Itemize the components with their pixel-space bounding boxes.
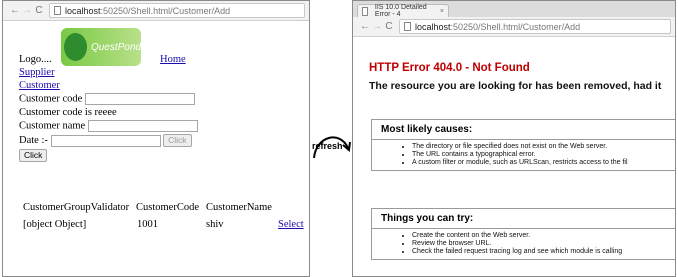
address-bar[interactable]: localhost:50250/Shell.html/Customer/Add <box>49 3 305 18</box>
customer-code-label: Customer code <box>19 93 83 105</box>
logo-bulb-icon <box>64 33 87 61</box>
cell-customer-code: 1001 <box>137 219 158 230</box>
error-title: HTTP Error 404.0 - Not Found <box>369 62 530 74</box>
most-likely-causes-box: Most likely causes: The directory or fil… <box>371 119 675 171</box>
page-icon <box>54 6 61 15</box>
date-label: Date :- <box>19 134 48 146</box>
customer-code-input[interactable] <box>84 93 195 105</box>
cause-item: The directory or file specified does not… <box>412 143 675 151</box>
customer-code-row: Customer code <box>19 93 195 105</box>
tab-page-icon <box>362 6 368 16</box>
logo-row: Logo.... <box>19 54 52 66</box>
try-item: Check the failed request tracing log and… <box>412 248 675 256</box>
address-path: :50250/Shell.html/Customer/Add <box>450 21 581 32</box>
address-bar[interactable]: localhost:50250/Shell.html/Customer/Add <box>399 19 671 34</box>
header-customer-group-validator: CustomerGroupValidator <box>23 202 130 213</box>
click-row: Click <box>19 149 48 162</box>
error-page-content: HTTP Error 404.0 - Not Found The resourc… <box>353 38 675 276</box>
home-link[interactable]: Home <box>160 54 186 65</box>
address-host: localhost <box>65 5 101 16</box>
customer-name-label: Customer name <box>19 120 86 132</box>
cell-customer-name: shiv <box>206 219 224 230</box>
try-list: Create the content on the Web server. Re… <box>412 232 675 256</box>
tab-title: IIS 10.0 Detailed Error - 4 <box>374 4 427 18</box>
tab-strip: IIS 10.0 Detailed Error - 4 × <box>353 1 675 18</box>
customer-add-browser-window: ← → C localhost:50250/Shell.html/Custome… <box>2 0 310 277</box>
back-arrow-icon[interactable]: ← <box>9 5 21 16</box>
things-to-try-box: Things you can try: Create the content o… <box>371 208 675 260</box>
address-path: :50250/Shell.html/Customer/Add <box>100 5 231 16</box>
date-input[interactable] <box>50 134 161 147</box>
date-click-button[interactable]: Click <box>163 134 192 147</box>
reload-icon[interactable]: C <box>383 21 395 32</box>
cell-validator: [object Object] <box>23 219 87 230</box>
try-item: Create the content on the Web server. <box>412 232 675 240</box>
cause-item: The URL contains a typographical error. <box>412 151 675 159</box>
page-icon <box>404 22 411 31</box>
customer-link[interactable]: Customer <box>19 80 60 91</box>
try-heading: Things you can try: <box>372 209 675 229</box>
browser-tab[interactable]: IIS 10.0 Detailed Error - 4 × <box>357 4 449 18</box>
header-customer-code: CustomerCode <box>136 202 199 213</box>
browser-toolbar: ← → C localhost:50250/Shell.html/Custome… <box>3 1 309 21</box>
supplier-link[interactable]: Supplier <box>19 67 55 78</box>
back-arrow-icon[interactable]: ← <box>359 21 371 32</box>
address-host: localhost <box>415 21 451 32</box>
try-item: Review the browser URL. <box>412 240 675 248</box>
tab-close-icon[interactable]: × <box>440 8 444 15</box>
reload-icon[interactable]: C <box>33 5 45 16</box>
logo-prefix: Logo.... <box>19 54 52 65</box>
click-button[interactable]: Click <box>19 149 48 162</box>
refresh-label: refresh <box>312 141 343 151</box>
questpond-logo: QuestPond <box>61 28 141 66</box>
page-content: QuestPond Logo.... Home Supplier Custome… <box>3 22 309 276</box>
customer-name-input[interactable] <box>87 120 198 132</box>
browser-toolbar: ← → C localhost:50250/Shell.html/Custome… <box>353 17 675 37</box>
code-validation-message: Customer code is reeee <box>19 107 117 118</box>
logo-text: QuestPond <box>90 41 141 53</box>
cause-item: A custom filter or module, such as URLSc… <box>412 159 675 167</box>
header-customer-name: CustomerName <box>206 202 272 213</box>
causes-list: The directory or file specified does not… <box>412 143 675 167</box>
customer-name-row: Customer name <box>19 120 198 132</box>
error-browser-window: IIS 10.0 Detailed Error - 4 × ← → C loca… <box>352 0 676 277</box>
date-row: Date :- Click <box>19 134 192 147</box>
forward-arrow-icon[interactable]: → <box>21 5 33 16</box>
causes-heading: Most likely causes: <box>372 120 675 140</box>
forward-arrow-icon[interactable]: → <box>371 21 383 32</box>
select-link[interactable]: Select <box>278 219 304 230</box>
error-message: The resource you are looking for has bee… <box>369 80 662 92</box>
